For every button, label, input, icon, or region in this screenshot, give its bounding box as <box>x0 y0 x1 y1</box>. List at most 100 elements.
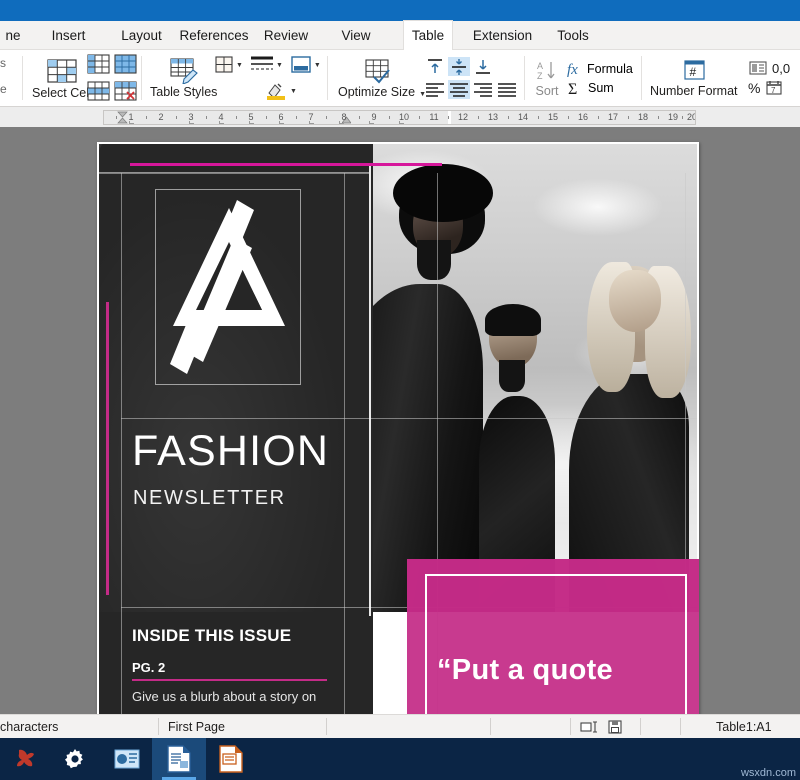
number-format-label: Number Format <box>650 84 738 98</box>
page-title: FASHION <box>132 430 329 473</box>
tab-label: References <box>179 28 248 43</box>
align-justify-icon[interactable] <box>496 80 518 99</box>
tab-label: Review <box>264 28 308 43</box>
status-page-style[interactable]: First Page <box>168 715 225 738</box>
ruler-tick-label: 16 <box>578 111 588 124</box>
table-styles-label: Table Styles <box>150 85 217 99</box>
save-state-icon <box>608 720 622 734</box>
tab-tools[interactable]: Tools <box>549 21 597 50</box>
tab-label: Extension <box>473 28 532 43</box>
sort-button[interactable]: A Z Sort <box>534 59 560 98</box>
ruler-tick-label: 13 <box>488 111 498 124</box>
hourglass-indent-marker[interactable] <box>117 111 128 124</box>
ruler-tick-label: 18 <box>638 111 648 124</box>
ribbon-separator <box>641 56 642 100</box>
status-bar[interactable]: characters First Page Table1:A1 <box>0 714 800 738</box>
ruler-tick-label: 17 <box>608 111 618 124</box>
title-bar <box>0 0 800 21</box>
taskbar-libreoffice-writer[interactable] <box>152 738 206 780</box>
tab-review[interactable]: Review <box>256 21 316 50</box>
document-canvas[interactable]: FASHION NEWSLETTER INSIDE THIS ISSUE PG.… <box>0 127 800 714</box>
sum-icon: Σ <box>566 80 584 96</box>
align-top-icon[interactable] <box>424 57 446 76</box>
chevron-down-icon[interactable]: ▼ <box>276 62 283 69</box>
taskbar-settings[interactable] <box>48 738 102 780</box>
delete-row-icon[interactable] <box>113 79 138 104</box>
tab-layout[interactable]: Layout <box>113 21 170 50</box>
inside-heading: INSIDE THIS ISSUE <box>132 626 291 646</box>
chevron-down-icon[interactable]: ▼ <box>236 62 243 69</box>
taskbar-app-icon-red[interactable] <box>0 738 54 780</box>
date-format-icon[interactable]: 7 <box>765 79 783 96</box>
status-cell-reference[interactable]: Table1:A1 <box>716 715 772 738</box>
chevron-down-icon[interactable]: ▼ <box>290 88 297 95</box>
border-style-icon[interactable] <box>249 55 275 75</box>
align-right-icon[interactable] <box>472 80 494 99</box>
delete-column-icon[interactable] <box>86 79 111 104</box>
text-boundaries-icon <box>580 720 602 734</box>
border-color-icon[interactable] <box>265 81 287 101</box>
sum-button[interactable]: Σ Sum <box>566 80 633 96</box>
pink-left-rule <box>106 302 109 595</box>
taskbar-app-blue[interactable] <box>100 738 154 780</box>
svg-text:fx: fx <box>567 62 578 77</box>
number-format-icon: # <box>681 59 707 83</box>
taskbar-libreoffice-impress[interactable] <box>204 738 258 780</box>
ribbon-tab-strip[interactable]: ne Insert Layout References Review View … <box>0 21 800 50</box>
application-window: ne Insert Layout References Review View … <box>0 0 800 780</box>
table-properties-icon[interactable] <box>289 55 313 75</box>
tab-table[interactable]: Table <box>403 20 453 50</box>
taskbar[interactable] <box>0 738 800 780</box>
models-photo[interactable] <box>373 144 697 612</box>
ribbon-cut-label-top: s <box>0 56 6 70</box>
pink-top-rule <box>130 163 442 166</box>
document-page[interactable]: FASHION NEWSLETTER INSIDE THIS ISSUE PG.… <box>97 142 699 714</box>
page-subtitle: NEWSLETTER <box>133 487 286 510</box>
table-styles-button[interactable]: Table Styles <box>150 57 217 99</box>
ribbon-toolbar[interactable]: s e Select Cell <box>0 50 800 107</box>
status-view-mode[interactable] <box>580 715 602 738</box>
number-format-currency-icon[interactable] <box>748 60 768 76</box>
tab-label: ne <box>5 28 20 43</box>
status-word-count[interactable]: characters <box>0 715 58 738</box>
select-cell-label: Select Cell <box>32 86 92 100</box>
svg-text:A: A <box>537 61 543 71</box>
libreoffice-impress-icon <box>218 745 244 773</box>
tab-label: Tools <box>557 28 589 43</box>
pink-underline <box>132 679 327 681</box>
svg-text:Σ: Σ <box>568 81 577 96</box>
insert-row-icon[interactable] <box>113 52 138 77</box>
tab-home[interactable]: ne <box>0 21 26 50</box>
number-format-button[interactable]: # Number Format <box>650 59 738 98</box>
settings-gear-icon <box>63 747 87 771</box>
percent-icon[interactable]: % <box>748 80 760 96</box>
libreoffice-writer-icon <box>166 745 192 773</box>
decimal-icon[interactable]: 0,0 <box>772 61 790 76</box>
align-center-icon[interactable] <box>448 80 470 99</box>
ribbon-separator <box>524 56 525 100</box>
quote-text: “Put a quote <box>437 654 613 687</box>
select-cell-button[interactable]: Select Cell <box>32 57 92 100</box>
align-bottom-icon[interactable] <box>472 57 494 76</box>
formula-label: Formula <box>587 62 633 76</box>
tab-insert[interactable]: Insert <box>41 21 96 50</box>
watermark: wsxdn.com <box>741 767 796 779</box>
tab-label: Layout <box>121 28 162 43</box>
tab-label: Table <box>412 28 444 43</box>
chevron-down-icon[interactable]: ▼ <box>314 62 321 69</box>
align-center-vertical-icon[interactable] <box>448 57 470 76</box>
formula-button[interactable]: fx Formula <box>566 61 633 77</box>
ribbon-cut-label-bottom: e <box>0 82 7 96</box>
align-left-icon[interactable] <box>424 80 446 99</box>
tab-references[interactable]: References <box>174 21 254 50</box>
tab-view[interactable]: View <box>332 21 380 50</box>
ribbon-separator <box>327 56 328 100</box>
optimize-size-button[interactable]: Optimize Size <box>338 58 415 99</box>
sort-label: Sort <box>536 84 559 98</box>
status-save-state[interactable] <box>608 715 622 738</box>
formula-icon: fx <box>566 61 584 77</box>
insert-column-icon[interactable] <box>86 52 111 77</box>
borders-icon[interactable] <box>213 55 235 75</box>
horizontal-ruler[interactable]: 1 2 3 4 5 6 7 8 9 10 11 12 13 14 15 16 1… <box>103 110 696 125</box>
tab-extension[interactable]: Extension <box>465 21 540 50</box>
